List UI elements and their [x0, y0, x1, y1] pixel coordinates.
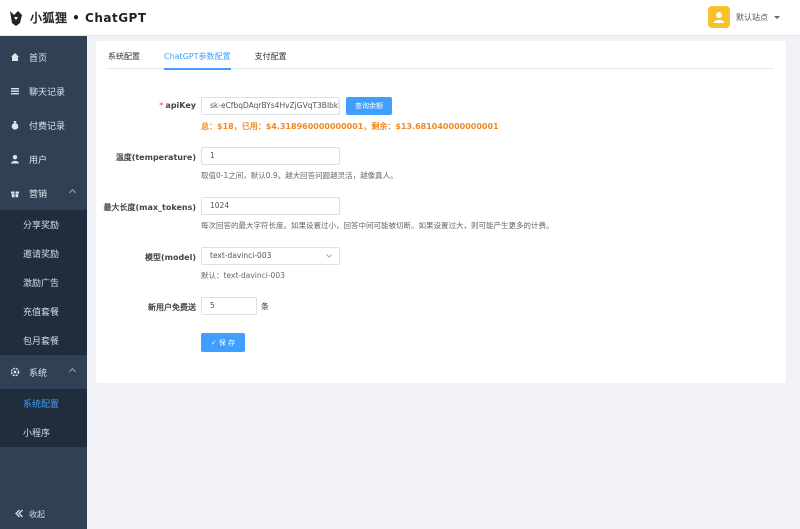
moneybag-icon [10, 120, 20, 130]
free-count-label: 新用户免费送 [148, 303, 196, 312]
sidebar-item-label: 聊天记录 [29, 87, 66, 98]
logo[interactable]: 小狐狸 • ChatGPT [0, 0, 147, 36]
sidebar-item-payment-records[interactable]: 付费记录 [0, 108, 87, 142]
temperature-hint: 取值0-1之间，默认0.9。越大回答问题越灵活，越像真人。 [201, 171, 398, 180]
collapse-icon [14, 509, 23, 520]
avatar-user-icon [713, 12, 725, 23]
sidebar-item-label: 首页 [29, 53, 48, 64]
config-tabs: 系统配置 ChatGPT参数配置 支付配置 [108, 41, 774, 70]
tab-payment-config[interactable]: 支付配置 [255, 41, 287, 69]
sidebar-item-users[interactable]: 用户 [0, 142, 87, 176]
top-header: 小狐狸 • ChatGPT 默认站点 [0, 0, 800, 36]
sidebar-subitem-recharge-packages[interactable]: 充值套餐 [0, 297, 87, 326]
sidebar-subitem-monthly-packages[interactable]: 包月套餐 [0, 326, 87, 355]
tab-system-config[interactable]: 系统配置 [108, 41, 140, 69]
temperature-input[interactable]: 1 [201, 147, 340, 165]
collapse-sidebar-button[interactable]: 收起 [0, 499, 87, 529]
chevron-up-icon [68, 188, 77, 197]
model-select[interactable]: text-davinci-003 [201, 247, 340, 265]
site-name: 默认站点 [736, 12, 768, 22]
max-tokens-hint: 每次回答的最大字符长度。如果设置过小，回答中间可能被切断。如果设置过大，则可能产… [201, 221, 554, 230]
free-count-input[interactable]: 5 [201, 297, 257, 315]
max-tokens-label: 最大长度(max_tokens) [103, 203, 196, 212]
save-button[interactable]: ✓ 保 存 [201, 333, 245, 352]
app-title: 小狐狸 • ChatGPT [30, 11, 147, 25]
fox-logo-icon [10, 10, 22, 26]
free-count-unit: 条 [261, 302, 269, 311]
sidebar-item-label: 用户 [29, 155, 48, 166]
query-balance-button[interactable]: 查询余额 [346, 97, 392, 115]
sidebar-subitem-system-config[interactable]: 系统配置 [0, 389, 87, 418]
sidebar-item-label: 营销 [29, 189, 48, 200]
gift-icon [10, 188, 20, 198]
apikey-input[interactable]: sk-eCfbqDAqrBYs4HvZjGVqT3BlbkFJ [201, 97, 340, 115]
sidebar: 首页 聊天记录 付费记录 用户 营销 分享奖励 邀请奖励 激励广告 充值套餐 包… [0, 36, 87, 529]
max-tokens-input[interactable]: 1024 [201, 197, 340, 215]
config-card: 系统配置 ChatGPT参数配置 支付配置 * apiKey sk-eCfbqDA… [96, 41, 786, 383]
chevron-down-icon [326, 252, 332, 258]
list-icon [10, 86, 20, 96]
sidebar-item-marketing[interactable]: 营销 [0, 176, 87, 210]
sidebar-subitem-mini-program[interactable]: 小程序 [0, 418, 87, 447]
avatar[interactable] [708, 6, 730, 28]
tab-chatgpt-params[interactable]: ChatGPT参数配置 [164, 41, 231, 70]
sidebar-item-label: 系统 [29, 368, 48, 379]
model-label: 模型(model) [144, 253, 196, 262]
sidebar-item-label: 付费记录 [29, 121, 66, 132]
sidebar-item-chat-records[interactable]: 聊天记录 [0, 74, 87, 108]
temperature-label: 温度(temperature) [115, 153, 196, 162]
sidebar-subitem-incentive-ads[interactable]: 激励广告 [0, 268, 87, 297]
gear-icon [10, 367, 20, 377]
model-hint: 默认：text-davinci-003 [201, 271, 285, 280]
chevron-down-icon[interactable] [774, 15, 780, 19]
sidebar-item-home[interactable]: 首页 [0, 40, 87, 74]
chevron-up-icon [68, 367, 77, 376]
collapse-label: 收起 [29, 509, 45, 519]
sidebar-subitem-share-reward[interactable]: 分享奖励 [0, 210, 87, 239]
apikey-label: * apiKey [159, 101, 196, 110]
home-icon [10, 52, 20, 62]
balance-text: 总：$18，已用：$4.318960000000001，剩余：$13.68104… [201, 122, 499, 131]
user-menu[interactable]: 默认站点 [708, 6, 780, 28]
sidebar-subitem-invite-reward[interactable]: 邀请奖励 [0, 239, 87, 268]
model-select-value: text-davinci-003 [210, 251, 272, 260]
sidebar-item-system[interactable]: 系统 [0, 355, 87, 389]
user-icon [10, 154, 20, 164]
